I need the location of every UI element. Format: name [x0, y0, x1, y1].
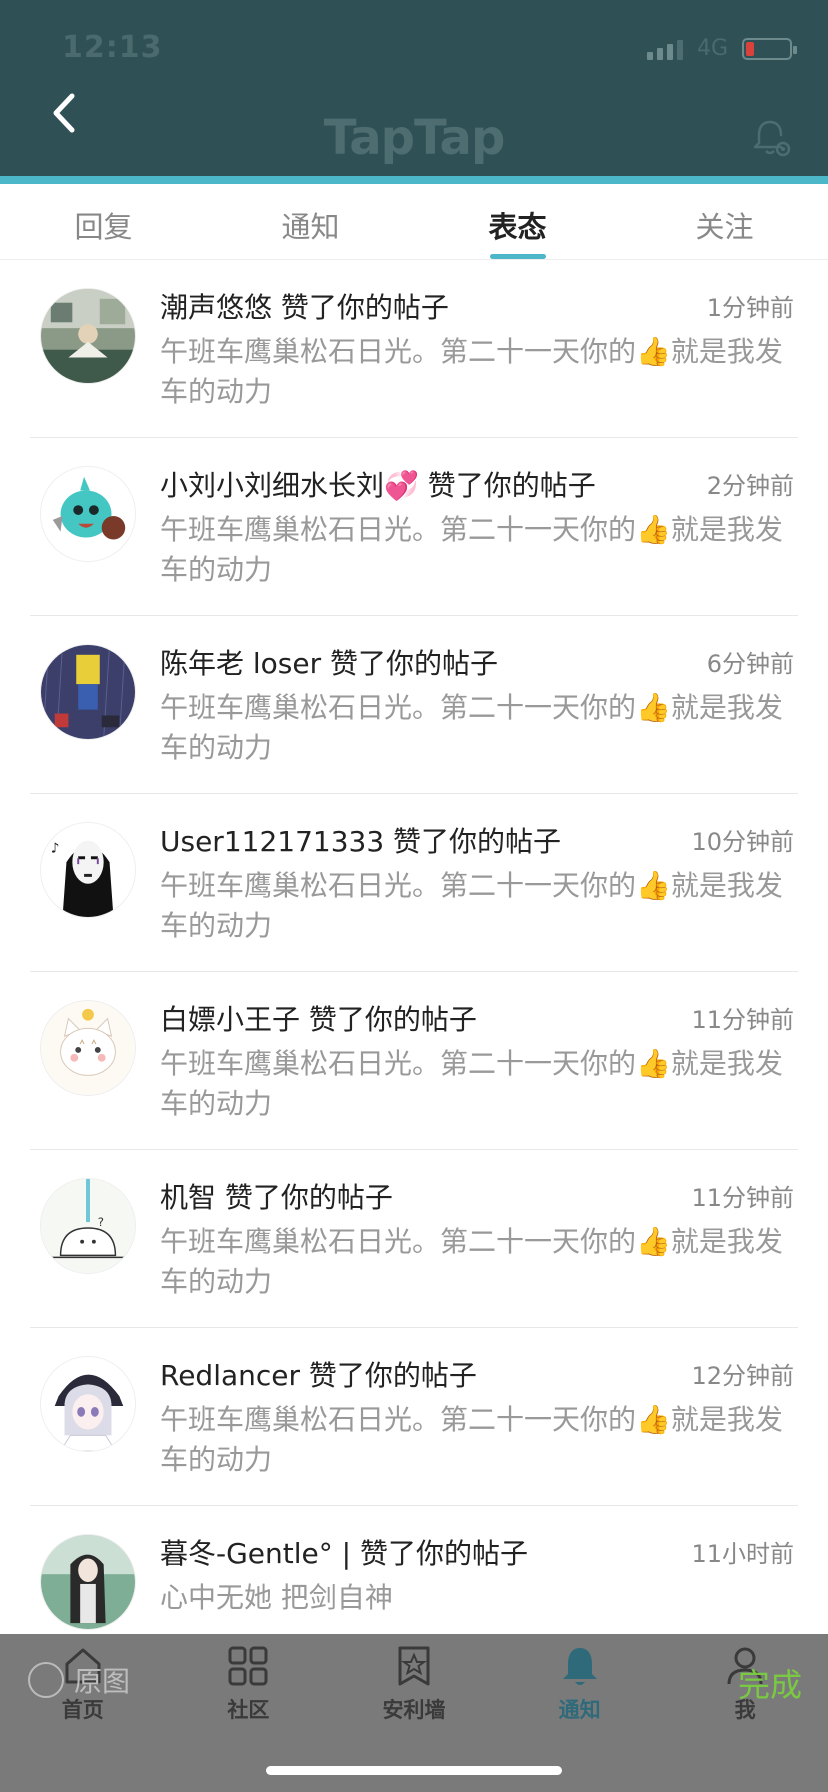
- tab-follows[interactable]: 关注: [621, 184, 828, 259]
- notification-settings-icon[interactable]: [750, 116, 794, 160]
- signal-icon: [646, 38, 683, 60]
- radio-circle-icon[interactable]: [28, 1662, 64, 1698]
- notification-time: 6分钟前: [706, 650, 794, 678]
- app-title: TapTap: [323, 110, 506, 166]
- home-indicator[interactable]: [266, 1766, 562, 1775]
- notification-body: 午班车鹰巢松石日光。第二十一天你的👍就是我发车的动力: [160, 691, 783, 764]
- bell-icon: [562, 1648, 597, 1685]
- notification-body: 午班车鹰巢松石日光。第二十一天你的👍就是我发车的动力: [160, 1225, 783, 1298]
- notification-time: 11小时前: [691, 1540, 794, 1568]
- notification-title: 陈年老 loser 赞了你的帖子: [160, 647, 499, 680]
- notification-body: 午班车鹰巢松石日光。第二十一天你的👍就是我发车的动力: [160, 335, 783, 408]
- battery-icon: [742, 37, 797, 60]
- notification-time: 12分钟前: [691, 1362, 794, 1390]
- star-bookmark-icon: [398, 1646, 430, 1686]
- svg-text:?: ?: [98, 1215, 104, 1229]
- nav-notifications[interactable]: 通知: [497, 1634, 663, 1754]
- notification-time: 1分钟前: [706, 294, 794, 322]
- avatar[interactable]: [40, 288, 136, 384]
- avatar[interactable]: [40, 1000, 136, 1096]
- notification-body: 午班车鹰巢松石日光。第二十一天你的👍就是我发车的动力: [160, 1403, 783, 1476]
- notification-title: 暮冬-Gentle° | 赞了你的帖子: [160, 1537, 528, 1570]
- original-image-toggle[interactable]: 原图: [28, 1660, 130, 1700]
- tab-reactions[interactable]: 表态: [414, 184, 621, 259]
- notification-time: 10分钟前: [691, 828, 794, 856]
- avatar[interactable]: [40, 466, 136, 562]
- nav-home-label: 首页: [61, 1698, 104, 1722]
- avatar[interactable]: ?: [40, 1178, 136, 1274]
- list-item[interactable]: 小刘小刘细水长刘💞 赞了你的帖子 2分钟前 午班车鹰巢松石日光。第二十一天你的👍…: [0, 438, 828, 616]
- avatar[interactable]: [40, 1356, 136, 1452]
- list-item[interactable]: 潮声悠悠 赞了你的帖子 1分钟前 午班车鹰巢松石日光。第二十一天你的👍就是我发车…: [0, 260, 828, 438]
- nav-community[interactable]: 社区: [166, 1634, 332, 1754]
- notification-time: 2分钟前: [706, 472, 794, 500]
- notification-title: 机智 赞了你的帖子: [160, 1181, 393, 1214]
- header-accent-line: [0, 176, 828, 184]
- list-item[interactable]: 白嫖小王子 赞了你的帖子 11分钟前 午班车鹰巢松石日光。第二十一天你的👍就是我…: [0, 972, 828, 1150]
- notification-title: User112171333 赞了你的帖子: [160, 825, 562, 858]
- notification-body: 午班车鹰巢松石日光。第二十一天你的👍就是我发车的动力: [160, 869, 783, 942]
- done-button[interactable]: 完成: [738, 1660, 802, 1706]
- avatar[interactable]: [40, 1534, 136, 1630]
- notification-body: 午班车鹰巢松石日光。第二十一天你的👍就是我发车的动力: [160, 513, 783, 586]
- list-item[interactable]: ♪ User112171333 赞了你的帖子 10分钟前 午班车鹰巢松石日光。第…: [0, 794, 828, 972]
- notification-title: 潮声悠悠 赞了你的帖子: [160, 291, 449, 324]
- status-time: 12:13: [62, 30, 163, 65]
- status-indicators: 4G: [646, 36, 797, 61]
- notification-title: 小刘小刘细水长刘💞 赞了你的帖子: [160, 469, 596, 502]
- notification-time: 11分钟前: [691, 1184, 794, 1212]
- network-type: 4G: [696, 36, 728, 61]
- notification-body: 心中无她 把剑自神: [160, 1581, 393, 1614]
- nav-recommend-wall[interactable]: 安利墙: [331, 1634, 497, 1754]
- nav-community-label: 社区: [227, 1698, 270, 1722]
- list-item[interactable]: ? 机智 赞了你的帖子 11分钟前 午班车鹰巢松石日光。第二十一天你的👍就是我发…: [0, 1150, 828, 1328]
- original-image-label: 原图: [74, 1665, 131, 1698]
- tab-bar: 回复 通知 表态 关注: [0, 184, 828, 260]
- notification-title: 白嫖小王子 赞了你的帖子: [160, 1003, 477, 1036]
- notification-title: Redlancer 赞了你的帖子: [160, 1359, 477, 1392]
- tab-notices[interactable]: 通知: [207, 184, 414, 259]
- nav-notifications-label: 通知: [558, 1698, 601, 1722]
- notification-list: 潮声悠悠 赞了你的帖子 1分钟前 午班车鹰巢松石日光。第二十一天你的👍就是我发车…: [0, 260, 828, 1684]
- list-item[interactable]: Redlancer 赞了你的帖子 12分钟前 午班车鹰巢松石日光。第二十一天你的…: [0, 1328, 828, 1506]
- avatar[interactable]: [40, 644, 136, 740]
- notification-body: 午班车鹰巢松石日光。第二十一天你的👍就是我发车的动力: [160, 1047, 783, 1120]
- tab-replies[interactable]: 回复: [0, 184, 207, 259]
- notification-time: 11分钟前: [691, 1006, 794, 1034]
- grid-icon: [228, 1646, 268, 1686]
- svg-text:♪: ♪: [51, 840, 60, 856]
- nav-recommend-wall-label: 安利墙: [382, 1698, 446, 1722]
- avatar[interactable]: ♪: [40, 822, 136, 918]
- list-item[interactable]: 陈年老 loser 赞了你的帖子 6分钟前 午班车鹰巢松石日光。第二十一天你的👍…: [0, 616, 828, 794]
